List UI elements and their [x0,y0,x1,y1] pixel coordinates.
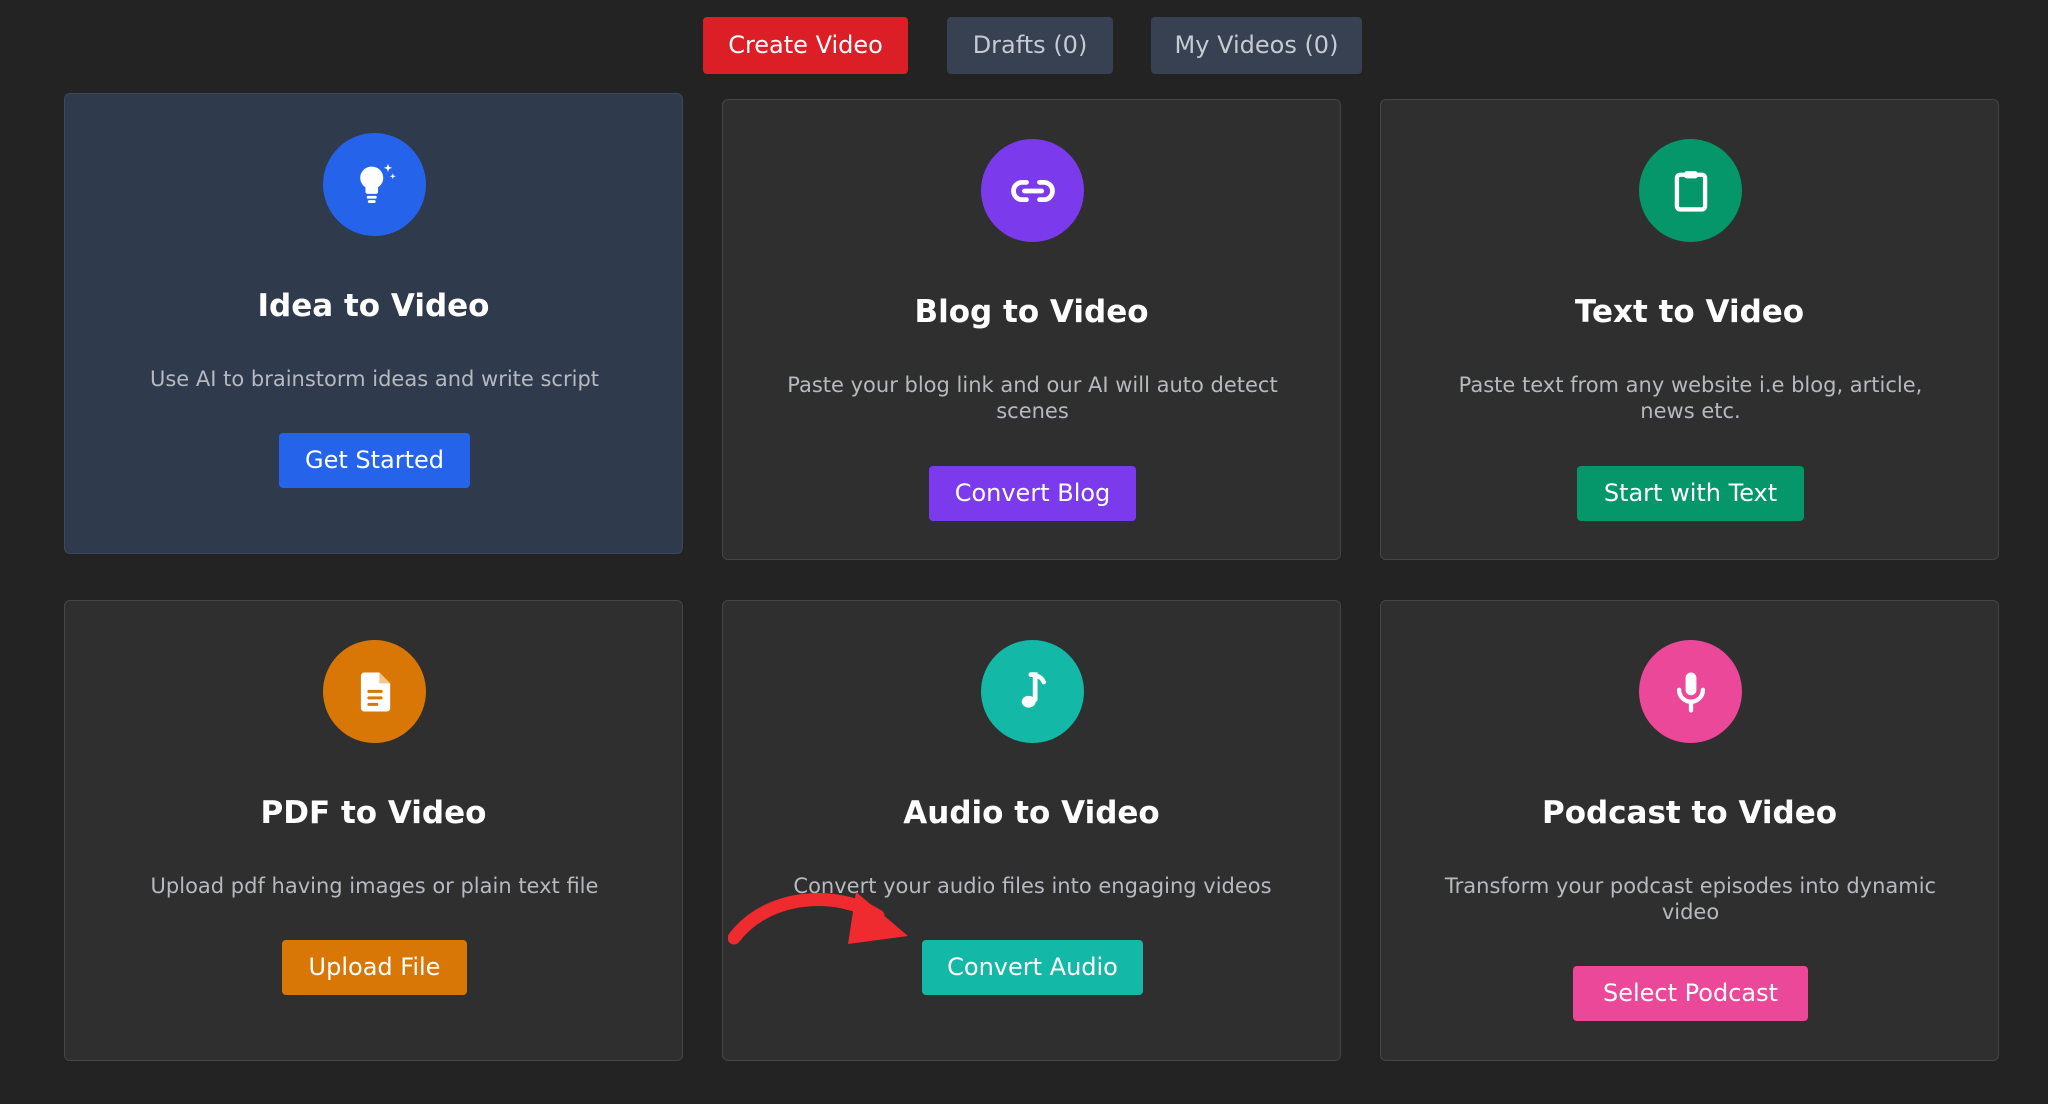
document-icon [323,640,426,743]
card-description: Transform your podcast episodes into dyn… [1444,874,1937,924]
card-title: PDF to Video [260,795,487,831]
card-description: Paste your blog link and our AI will aut… [787,373,1278,423]
card-blog-to-video[interactable]: Blog to Video Paste your blog link and o… [722,99,1341,560]
convert-audio-button[interactable]: Convert Audio [922,940,1143,995]
card-description: Convert your audio files into engaging v… [793,874,1272,898]
card-text-to-video[interactable]: Text to Video Paste text from any websit… [1380,99,1999,560]
top-tabs: Create Video Drafts (0) My Videos (0) [0,17,2048,74]
card-description: Use AI to brainstorm ideas and write scr… [149,367,600,391]
video-creator-page: Create Video Drafts (0) My Videos (0) Id… [0,0,2048,1104]
lightbulb-sparkle-icon [323,133,426,236]
card-audio-to-video[interactable]: Audio to Video Convert your audio files … [722,600,1341,1061]
card-idea-to-video[interactable]: Idea to Video Use AI to brainstorm ideas… [64,93,683,554]
tab-create-video[interactable]: Create Video [703,17,908,74]
start-with-text-button[interactable]: Start with Text [1577,466,1804,521]
card-title: Idea to Video [257,288,490,324]
microphone-icon [1639,640,1742,743]
tab-drafts[interactable]: Drafts (0) [947,17,1113,74]
upload-file-button[interactable]: Upload File [282,940,467,995]
card-title: Text to Video [1574,294,1805,330]
clipboard-icon [1639,139,1742,242]
card-title: Blog to Video [914,294,1149,330]
card-title: Podcast to Video [1541,795,1838,831]
card-description: Upload pdf having images or plain text f… [150,874,599,898]
card-podcast-to-video[interactable]: Podcast to Video Transform your podcast … [1380,600,1999,1061]
music-note-icon [981,640,1084,743]
tab-my-videos[interactable]: My Videos (0) [1151,17,1362,74]
card-pdf-to-video[interactable]: PDF to Video Upload pdf having images or… [64,600,683,1061]
card-title: Audio to Video [903,795,1160,831]
card-description: Paste text from any website i.e blog, ar… [1458,373,1923,423]
get-started-button[interactable]: Get Started [279,433,470,488]
link-icon [981,139,1084,242]
convert-blog-button[interactable]: Convert Blog [929,466,1136,521]
select-podcast-button[interactable]: Select Podcast [1573,966,1808,1021]
